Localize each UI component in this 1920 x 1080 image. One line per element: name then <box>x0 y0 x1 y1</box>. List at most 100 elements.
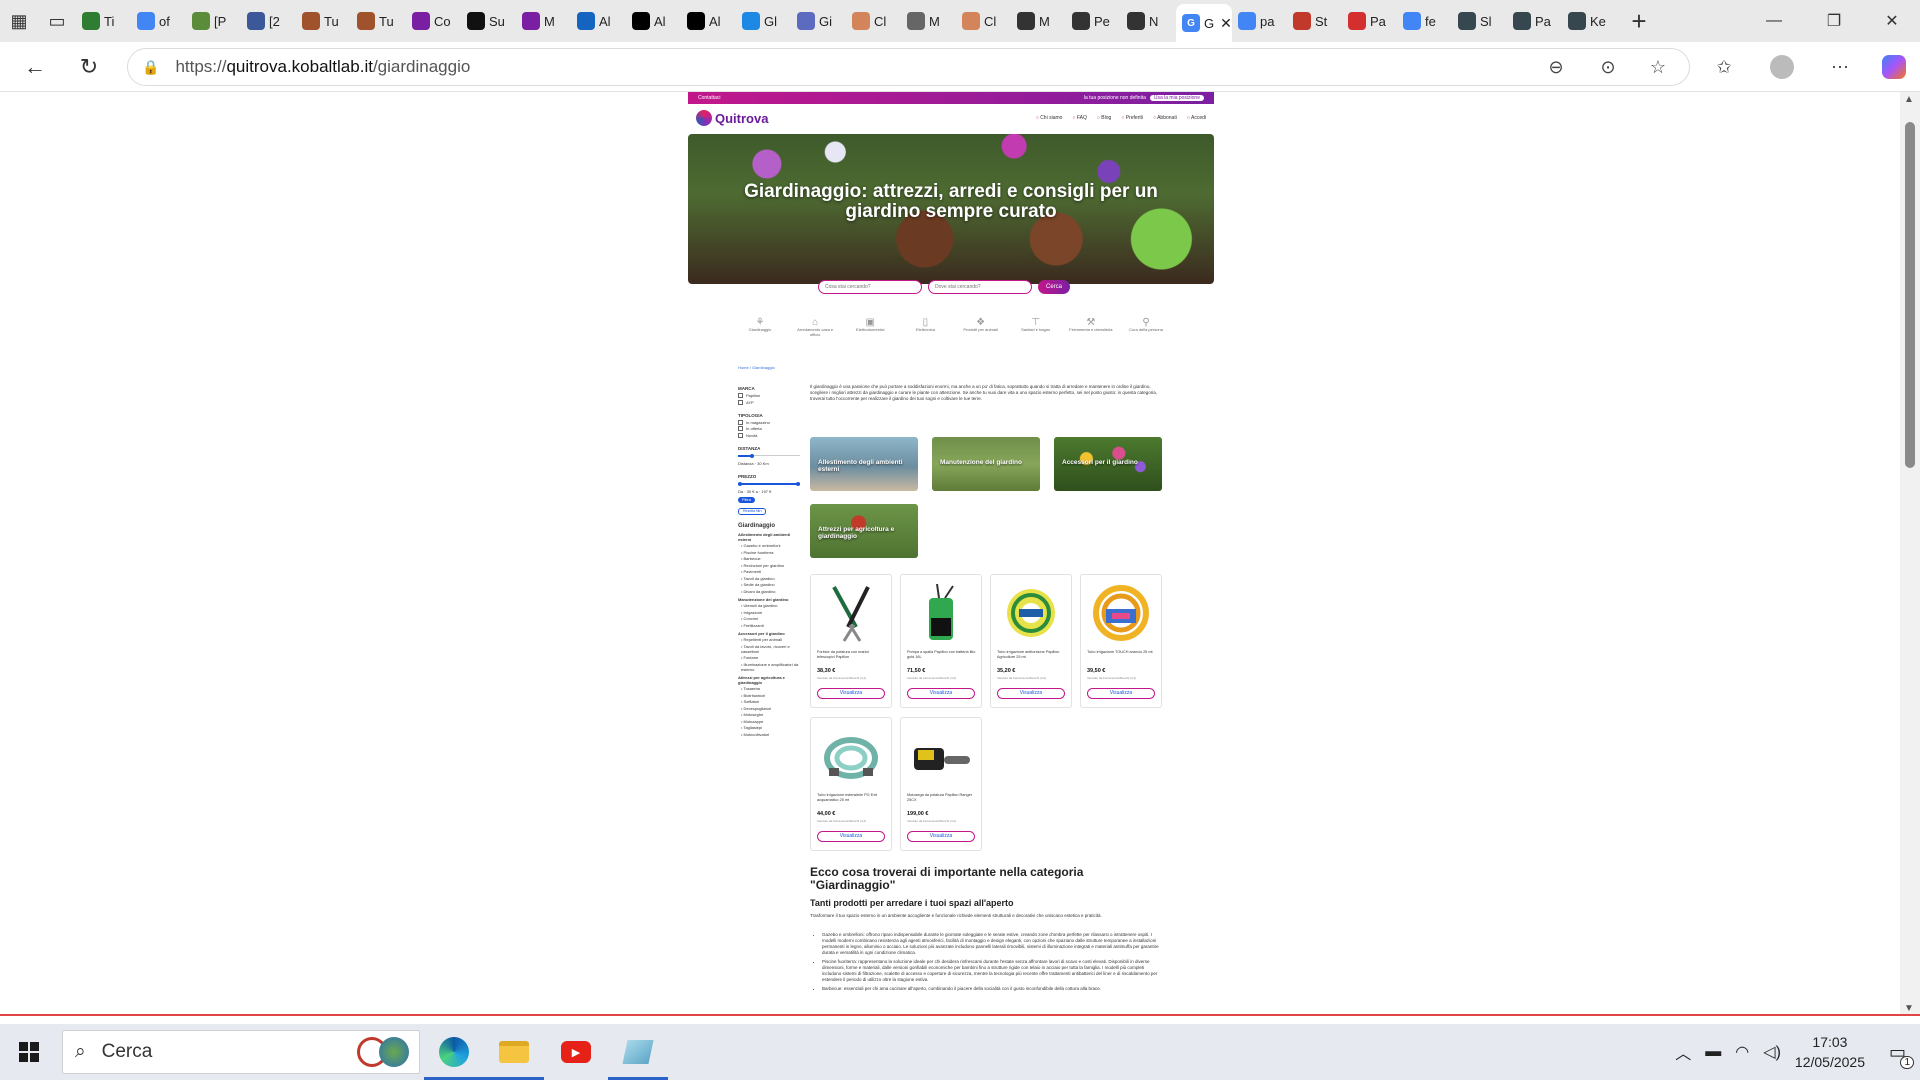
category-sanitari[interactable]: ⊤ Sanitari e bagno <box>1014 318 1058 337</box>
pruning-shears-image[interactable] <box>819 579 883 647</box>
sidebar-link[interactable]: Utensili da giardino <box>738 603 800 608</box>
sidebar-link[interactable]: Recinzioni per giardino <box>738 563 800 568</box>
browser-tab[interactable]: Sl <box>1452 5 1507 37</box>
category-elettrodomestici[interactable]: ▣ Elettrodomestici <box>848 318 892 337</box>
favorites-icon[interactable]: ✩ <box>1702 48 1746 86</box>
notifications-icon[interactable]: ▭ 1 <box>1889 1042 1914 1069</box>
sidebar-link[interactable]: Fertilizzanti <box>738 623 800 628</box>
browser-tab[interactable]: Pe <box>1066 5 1121 37</box>
read-aloud-icon[interactable]: ⊙ <box>1586 48 1630 86</box>
marca-option[interactable]: Papillon <box>738 393 800 398</box>
browser-tab[interactable]: M <box>516 5 571 37</box>
sidebar-link[interactable]: Soffiatori <box>738 699 800 704</box>
scroll-down-icon[interactable]: ▼ <box>1904 1003 1914 1014</box>
sidebar-link[interactable]: Motozappe <box>738 719 800 724</box>
browser-tab[interactable]: [P <box>186 5 241 37</box>
tipologia-option[interactable]: Novità <box>738 433 800 438</box>
price-min-handle[interactable] <box>738 481 742 486</box>
copilot-icon[interactable] <box>1872 48 1916 86</box>
browser-tab[interactable]: of <box>131 5 186 37</box>
sidebar-link[interactable]: Piscine fuoriterra <box>738 550 800 555</box>
volume-icon[interactable]: ◁) <box>1763 1042 1781 1062</box>
settings-menu-icon[interactable]: ⋯ <box>1818 48 1862 86</box>
sidebar-link[interactable]: Concimi <box>738 616 800 621</box>
nav-abbonati[interactable]: Abbonati <box>1153 115 1177 121</box>
sidebar-link[interactable]: Biotrituratori <box>738 693 800 698</box>
sidebar-link[interactable]: Barbecue <box>738 556 800 561</box>
distance-slider-handle[interactable] <box>750 453 755 458</box>
category-animali[interactable]: ❖ Prodotti per animali <box>959 318 1003 337</box>
tipologia-option[interactable]: In magazzino <box>738 420 800 425</box>
profile-avatar[interactable] <box>1760 48 1804 86</box>
category-elettronica[interactable]: ▯ Elettronica <box>903 318 947 337</box>
sidebar-link[interactable]: Pavimenti <box>738 569 800 574</box>
sidebar-link[interactable]: Fontane <box>738 655 800 660</box>
category-ferramenta[interactable]: ⚒ Ferramenta e utensileria <box>1069 318 1113 337</box>
nav-faq[interactable]: FAQ <box>1072 115 1087 121</box>
product-name[interactable]: Forbice da potatura con manici telescopi… <box>817 650 887 659</box>
browser-tab[interactable]: Su <box>461 5 516 37</box>
browser-tab[interactable]: Pa <box>1507 5 1562 37</box>
browser-tab[interactable]: fe <box>1397 5 1452 37</box>
browser-tab[interactable]: M <box>901 5 956 37</box>
product-name[interactable]: Tubo irrigazione estensibile PG Exit acq… <box>817 793 887 802</box>
product-name[interactable]: Tubo irrigazione antitorsione Papillon A… <box>997 650 1067 659</box>
wifi-icon[interactable]: ◠ <box>1735 1042 1749 1062</box>
app-window-icon[interactable] <box>608 1024 668 1080</box>
category-cura-persona[interactable]: ⚲ Cura della persona <box>1124 318 1168 337</box>
browser-tab[interactable]: Pa <box>1342 5 1397 37</box>
browser-tab[interactable]: N <box>1121 5 1176 37</box>
restore-button[interactable]: ❐ <box>1806 0 1862 42</box>
sidebar-link[interactable]: Repellenti per animali <box>738 637 800 642</box>
price-slider[interactable] <box>738 481 800 486</box>
expandable-hose-image[interactable] <box>819 722 883 790</box>
orange-hose-image[interactable] <box>1089 579 1153 647</box>
browser-tab[interactable]: Ti <box>76 5 131 37</box>
zoom-out-icon[interactable]: ⊖ <box>1534 48 1578 86</box>
browser-tab[interactable]: Co <box>406 5 461 37</box>
contact-link[interactable]: Contattaci <box>698 95 721 101</box>
clock[interactable]: 17:03 12/05/2025 <box>1795 1032 1865 1072</box>
file-explorer-icon[interactable] <box>484 1024 544 1080</box>
subcategory-tile[interactable]: Accessori per il giardino <box>1054 437 1162 491</box>
start-button[interactable] <box>0 1024 58 1080</box>
sidebar-link[interactable]: Divani da giardino <box>738 589 800 594</box>
close-window-button[interactable]: ✕ <box>1864 0 1920 42</box>
sidebar-link[interactable]: Sedie da giardino <box>738 582 800 587</box>
nav-accedi[interactable]: Accedi <box>1187 115 1206 121</box>
use-location-button[interactable]: Usa la mia posizione <box>1149 95 1204 101</box>
view-product-button[interactable]: Visualizza <box>907 688 975 699</box>
product-name[interactable]: Motosega da potatura Papillon Ranger 25C… <box>907 793 977 802</box>
close-tab-icon[interactable]: ✕ <box>1220 15 1232 32</box>
browser-tab[interactable]: Gi <box>791 5 846 37</box>
view-product-button[interactable]: Visualizza <box>997 688 1065 699</box>
chevron-up-icon[interactable]: ︿ <box>1675 1040 1691 1064</box>
battery-icon[interactable]: ▬ <box>1705 1043 1721 1061</box>
sidebar-link[interactable]: Tosaerba <box>738 686 800 691</box>
sprayer-image[interactable] <box>909 579 973 647</box>
search-button[interactable]: Cerca <box>1038 280 1071 294</box>
sidebar-link[interactable]: Tavoli da giardino <box>738 576 800 581</box>
price-max-handle[interactable] <box>796 481 800 486</box>
browser-tab[interactable]: Tu <box>296 5 351 37</box>
tipologia-option[interactable]: In offerta <box>738 426 800 431</box>
subcategory-tile[interactable]: Allestimento degli ambienti esterni <box>810 437 918 491</box>
browser-tab[interactable]: Ke <box>1562 5 1617 37</box>
browser-tab[interactable]: [2 <box>241 5 296 37</box>
subcategory-tile[interactable]: Attrezzi per agricoltura e giardinaggio <box>810 504 918 558</box>
browser-tab[interactable]: Gl <box>736 5 791 37</box>
browser-tab[interactable]: pa <box>1232 5 1287 37</box>
subcategory-tile[interactable]: Manutenzione del giardino <box>932 437 1040 491</box>
search-where-input[interactable] <box>928 280 1032 294</box>
breadcrumb[interactable]: Home / Giardinaggio <box>738 365 775 370</box>
browser-tab[interactable]: Al <box>571 5 626 37</box>
sidebar-link[interactable]: Motoseghe <box>738 712 800 717</box>
sidebar-link[interactable]: Gazebo e ombrelloni <box>738 543 800 548</box>
filter-button[interactable]: Filtra <box>738 496 755 503</box>
reset-filters-button[interactable]: Resetta filtri <box>738 507 767 515</box>
taskbar-search[interactable]: ⌕ Cerca <box>62 1030 420 1074</box>
view-product-button[interactable]: Visualizza <box>817 688 885 699</box>
sidebar-link[interactable]: Illuminazione e amplificatori da esterno <box>738 662 800 672</box>
category-arredamento[interactable]: ⌂ Arredamento casa e ufficio <box>793 318 837 338</box>
browser-tab[interactable]: Al <box>626 5 681 37</box>
